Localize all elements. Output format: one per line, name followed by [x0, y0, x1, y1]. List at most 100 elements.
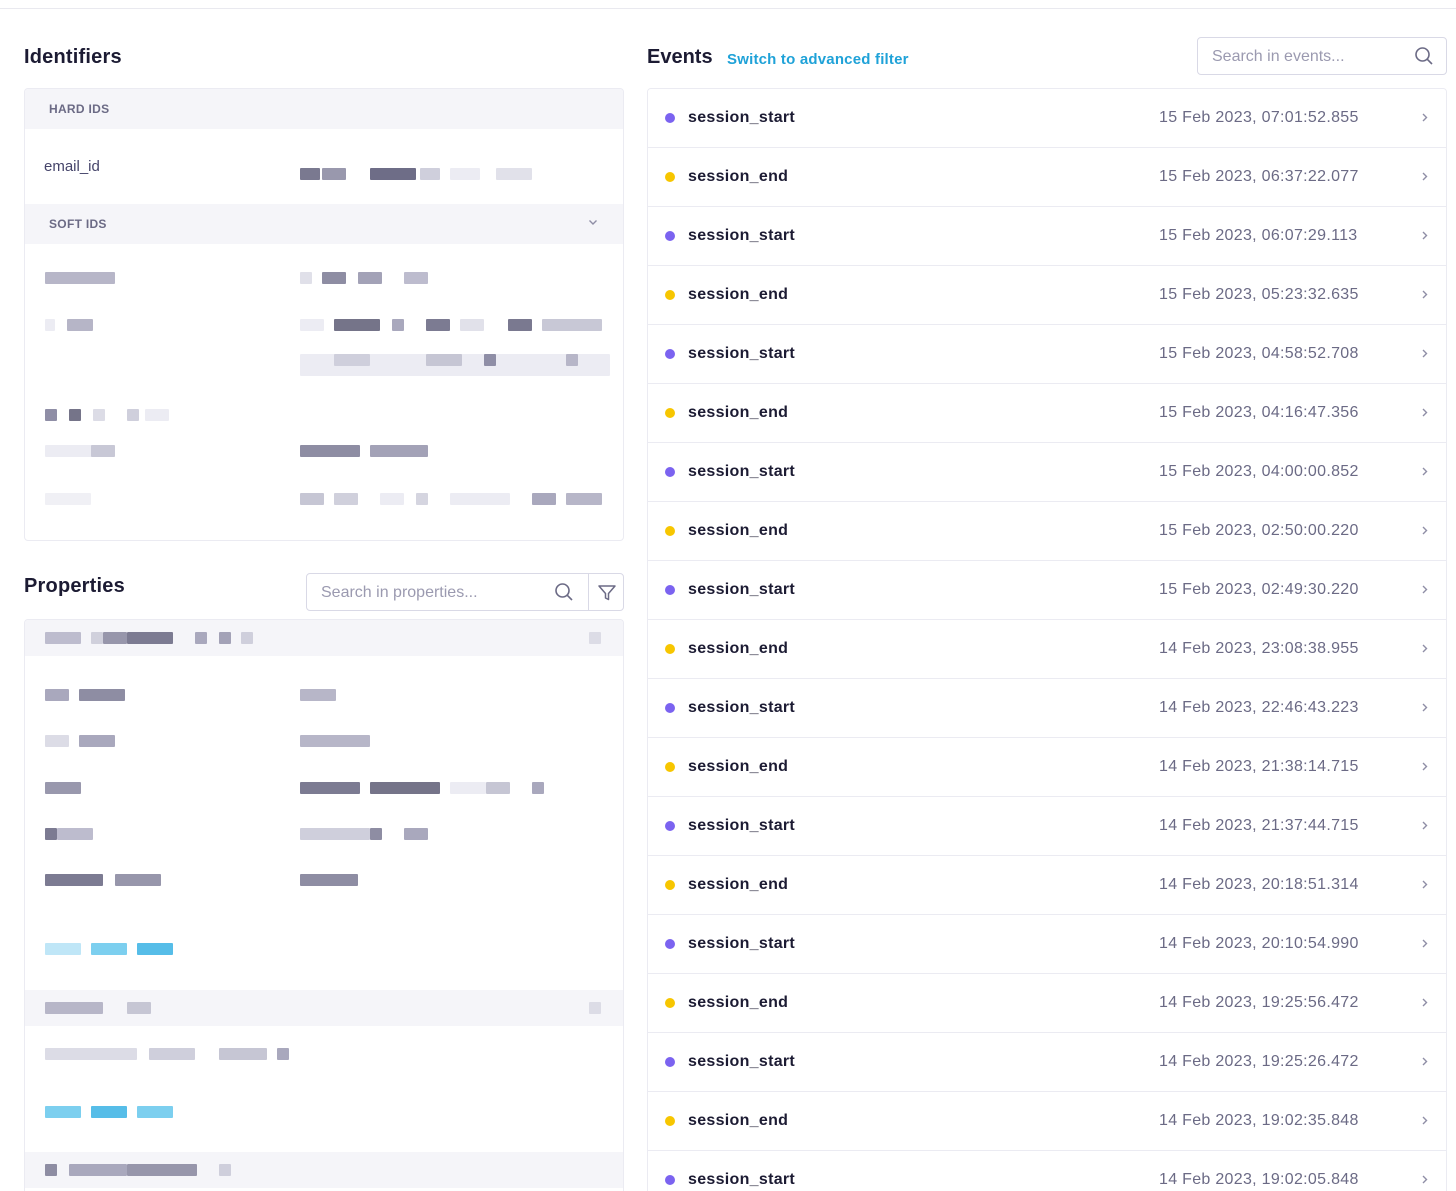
chevron-right-icon[interactable]	[1420, 109, 1430, 125]
event-timestamp: 15 Feb 2023, 07:01:52.855	[1159, 109, 1359, 126]
property-key-redacted	[45, 689, 135, 701]
identifiers-title: Identifiers	[24, 46, 122, 68]
chevron-right-icon[interactable]	[1420, 1171, 1430, 1187]
chevron-right-icon[interactable]	[1420, 286, 1430, 302]
chevron-right-icon[interactable]	[1420, 1112, 1430, 1128]
event-name: session_start	[688, 463, 796, 480]
event-name: session_end	[688, 1112, 789, 1129]
event-row[interactable]: session_start 15 Feb 2023, 04:00:00.852	[648, 443, 1446, 502]
property-group-header-redacted[interactable]	[25, 620, 623, 656]
property-key-redacted	[45, 1048, 295, 1060]
soft-id-value-redacted	[300, 354, 610, 378]
chevron-right-icon[interactable]	[1420, 404, 1430, 420]
event-row[interactable]: session_end 14 Feb 2023, 23:08:38.955	[648, 620, 1446, 679]
chevron-right-icon[interactable]	[1420, 463, 1430, 479]
chevron-down-icon[interactable]	[587, 216, 599, 228]
event-row[interactable]: session_start 14 Feb 2023, 22:46:43.223	[648, 679, 1446, 738]
property-value-redacted	[300, 828, 430, 840]
event-row[interactable]: session_start 15 Feb 2023, 02:49:30.220	[648, 561, 1446, 620]
event-name: session_end	[688, 286, 789, 303]
property-link-redacted[interactable]	[45, 943, 175, 955]
event-status-dot	[665, 172, 675, 182]
event-name: session_end	[688, 522, 789, 539]
hard-ids-label: HARD IDS	[49, 102, 110, 116]
event-timestamp: 15 Feb 2023, 04:58:52.708	[1159, 345, 1359, 362]
property-group-header-redacted[interactable]	[25, 1152, 623, 1188]
events-title: Events	[647, 46, 713, 68]
event-row[interactable]: session_end 14 Feb 2023, 19:25:56.472	[648, 974, 1446, 1033]
top-divider	[0, 8, 1456, 9]
property-value-redacted	[300, 735, 380, 747]
event-timestamp: 14 Feb 2023, 19:02:35.848	[1159, 1112, 1359, 1129]
soft-ids-header[interactable]: SOFT IDS	[25, 204, 623, 244]
search-icon[interactable]	[1414, 46, 1434, 66]
event-name: session_start	[688, 345, 796, 362]
chevron-right-icon[interactable]	[1420, 1053, 1430, 1069]
chevron-right-icon[interactable]	[1420, 817, 1430, 833]
event-row[interactable]: session_start 15 Feb 2023, 07:01:52.855	[648, 89, 1446, 148]
event-row[interactable]: session_end 14 Feb 2023, 20:18:51.314	[648, 856, 1446, 915]
event-row[interactable]: session_start 15 Feb 2023, 06:07:29.113	[648, 207, 1446, 266]
event-status-dot	[665, 644, 675, 654]
event-row[interactable]: session_end 15 Feb 2023, 04:16:47.356	[648, 384, 1446, 443]
property-value-redacted	[300, 689, 340, 701]
event-timestamp: 14 Feb 2023, 22:46:43.223	[1159, 699, 1359, 716]
event-status-dot	[665, 762, 675, 772]
event-name: session_end	[688, 876, 789, 893]
chevron-right-icon[interactable]	[1420, 994, 1430, 1010]
chevron-right-icon[interactable]	[1420, 640, 1430, 656]
event-status-dot	[665, 1116, 675, 1126]
event-status-dot	[665, 703, 675, 713]
property-key-redacted	[45, 782, 85, 794]
chevron-right-icon[interactable]	[1420, 876, 1430, 892]
switch-advanced-filter-link[interactable]: Switch to advanced filter	[727, 51, 909, 68]
event-status-dot	[665, 1175, 675, 1185]
chevron-right-icon[interactable]	[1420, 345, 1430, 361]
properties-card	[24, 619, 624, 1191]
soft-id-key-redacted	[45, 409, 169, 421]
event-status-dot	[665, 231, 675, 241]
soft-id-key-redacted	[45, 272, 125, 284]
event-status-dot	[665, 290, 675, 300]
chevron-right-icon[interactable]	[1420, 935, 1430, 951]
search-icon[interactable]	[554, 582, 574, 602]
properties-title: Properties	[24, 575, 125, 597]
event-row[interactable]: session_start 14 Feb 2023, 19:02:05.848	[648, 1151, 1446, 1191]
event-status-dot	[665, 880, 675, 890]
chevron-right-icon[interactable]	[1420, 522, 1430, 538]
event-row[interactable]: session_start 14 Feb 2023, 20:10:54.990	[648, 915, 1446, 974]
event-row[interactable]: session_start 15 Feb 2023, 04:58:52.708	[648, 325, 1446, 384]
soft-id-value-redacted	[300, 493, 610, 505]
chevron-right-icon[interactable]	[1420, 758, 1430, 774]
event-row[interactable]: session_end 14 Feb 2023, 19:02:35.848	[648, 1092, 1446, 1151]
event-name: session_start	[688, 1171, 796, 1188]
chevron-right-icon[interactable]	[1420, 227, 1430, 243]
event-status-dot	[665, 1057, 675, 1067]
events-search-input[interactable]: Search in events...	[1197, 37, 1447, 75]
chevron-right-icon[interactable]	[1420, 699, 1430, 715]
identifiers-card: HARD IDS email_id SOFT IDS	[24, 88, 624, 541]
hard-ids-header: HARD IDS	[25, 89, 623, 129]
properties-filter-button[interactable]	[588, 573, 624, 611]
soft-id-key-redacted	[45, 445, 125, 457]
event-row[interactable]: session_end 14 Feb 2023, 21:38:14.715	[648, 738, 1446, 797]
event-row[interactable]: session_start 14 Feb 2023, 21:37:44.715	[648, 797, 1446, 856]
property-group-header-redacted[interactable]	[25, 990, 623, 1026]
properties-search-placeholder: Search in properties...	[321, 584, 478, 601]
properties-search-input[interactable]: Search in properties...	[306, 573, 589, 611]
event-name: session_start	[688, 1053, 796, 1070]
event-timestamp: 14 Feb 2023, 19:25:56.472	[1159, 994, 1359, 1011]
property-value-redacted	[300, 874, 360, 886]
events-search-placeholder: Search in events...	[1212, 48, 1345, 65]
property-link-redacted[interactable]	[45, 1106, 175, 1118]
event-row[interactable]: session_end 15 Feb 2023, 02:50:00.220	[648, 502, 1446, 561]
event-name: session_end	[688, 758, 789, 775]
chevron-right-icon[interactable]	[1420, 581, 1430, 597]
event-row[interactable]: session_start 14 Feb 2023, 19:25:26.472	[648, 1033, 1446, 1092]
event-name: session_start	[688, 581, 796, 598]
event-name: session_end	[688, 404, 789, 421]
event-row[interactable]: session_end 15 Feb 2023, 05:23:32.635	[648, 266, 1446, 325]
event-row[interactable]: session_end 15 Feb 2023, 06:37:22.077	[648, 148, 1446, 207]
event-timestamp: 14 Feb 2023, 19:25:26.472	[1159, 1053, 1359, 1070]
chevron-right-icon[interactable]	[1420, 168, 1430, 184]
